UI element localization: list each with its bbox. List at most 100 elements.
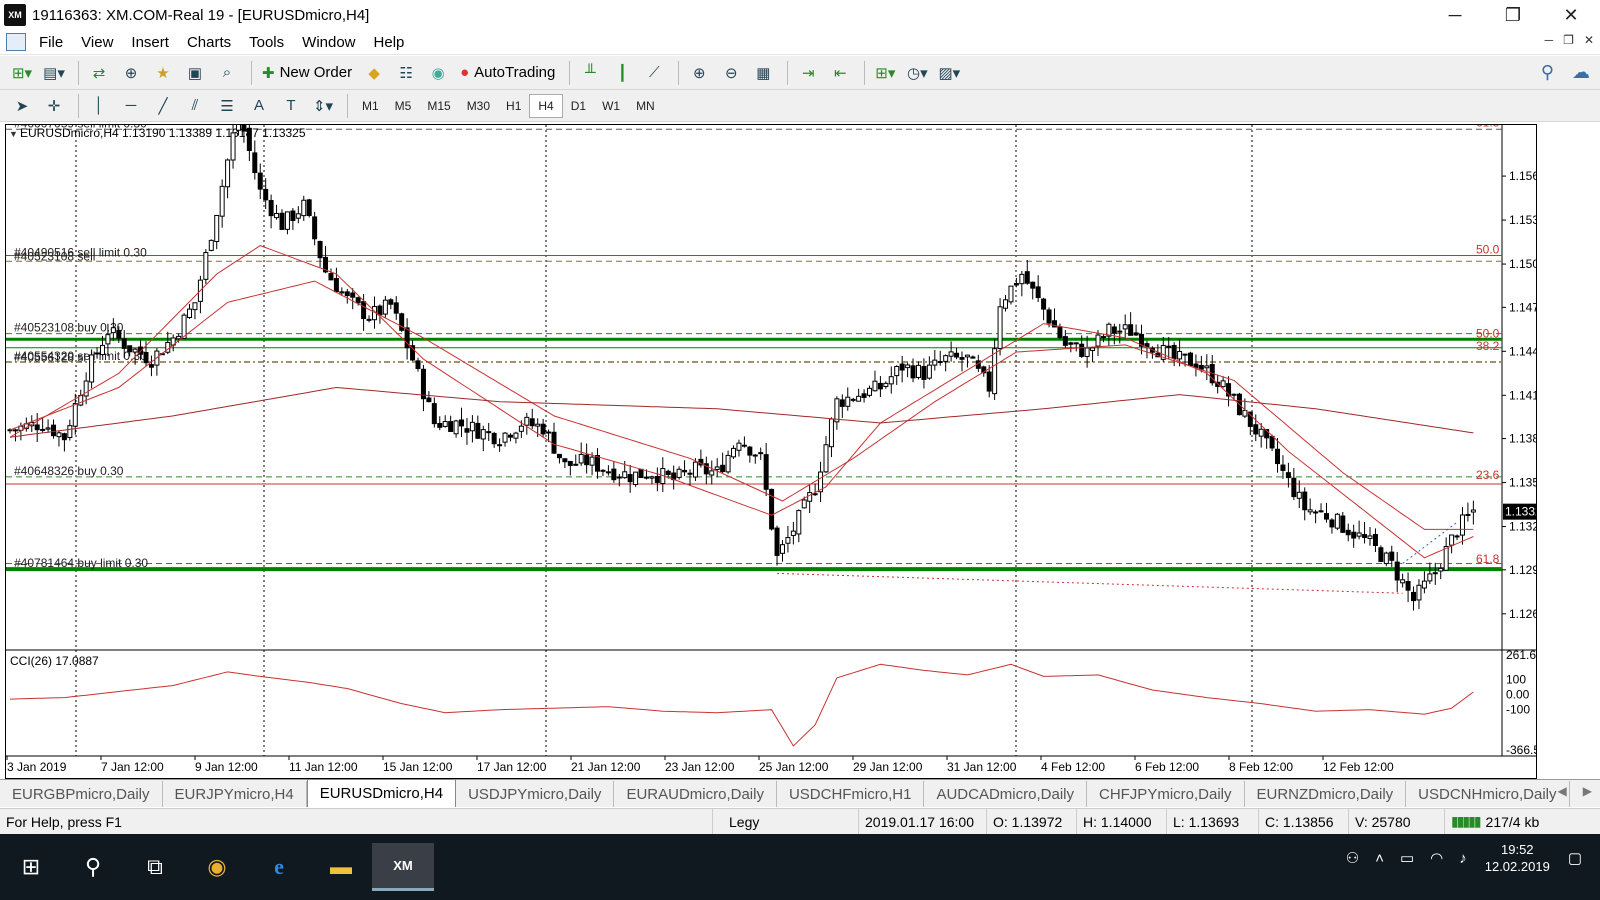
vertical-line-icon[interactable]: │ <box>85 93 113 119</box>
zoom-out-icon[interactable]: ⊖ <box>717 60 745 86</box>
menu-tools[interactable]: Tools <box>240 34 293 51</box>
tab-usdchf-h1[interactable]: USDCHFmicro,H1 <box>777 781 925 807</box>
templates-icon[interactable]: ▨▾ <box>935 60 963 86</box>
traffic-label: 217/4 kb <box>1485 813 1540 830</box>
arrows-icon[interactable]: ⇕▾ <box>309 93 337 119</box>
order-label[interactable]: #40523108 buy 0.30 <box>14 321 124 335</box>
periods-icon[interactable]: ◷▾ <box>903 60 931 86</box>
close-button[interactable]: ✕ <box>1542 0 1600 30</box>
task-view-icon[interactable]: ⧉ <box>124 843 186 891</box>
tab-euraud-daily[interactable]: EURAUDmicro,Daily <box>614 781 777 807</box>
candle-body <box>1008 285 1014 303</box>
search-icon[interactable]: ⚲ <box>1541 62 1554 83</box>
text-label-icon[interactable]: T <box>277 93 305 119</box>
timeframe-mn[interactable]: MN <box>628 94 663 118</box>
wifi-icon[interactable]: ◠ <box>1430 849 1443 867</box>
battery-icon[interactable]: ▭ <box>1400 849 1414 867</box>
text-icon[interactable]: A <box>245 93 273 119</box>
bar-chart-icon[interactable]: ╨ <box>576 60 604 86</box>
chat-icon[interactable]: ☁ <box>1572 62 1590 83</box>
timeframe-h4[interactable]: H4 <box>529 93 563 118</box>
new-chart-icon[interactable]: ⊞▾ <box>8 60 36 86</box>
order-label[interactable]: #40781464 buy limit 0.30 <box>14 556 148 570</box>
tab-eurusd-h4[interactable]: EURUSDmicro,H4 <box>306 779 457 807</box>
cursor-icon[interactable]: ➤ <box>8 93 36 119</box>
new-order-button[interactable]: ✚ New Order <box>258 60 356 86</box>
tab-scroll-right-icon[interactable]: ▶ <box>1583 784 1592 798</box>
edge-icon[interactable]: e <box>248 843 310 891</box>
timeframe-d1[interactable]: D1 <box>563 94 594 118</box>
chart-menu-triangle-icon[interactable]: ▼ <box>9 129 18 139</box>
candle-body <box>1318 510 1324 513</box>
mdi-minimize-icon[interactable]: ─ <box>1545 33 1554 47</box>
candle-body <box>51 424 57 437</box>
chevron-up-icon[interactable]: ˄ <box>1375 850 1384 867</box>
tile-windows-icon[interactable]: ▦ <box>749 60 777 86</box>
candlestick-icon[interactable]: ┃ <box>608 60 636 86</box>
menu-charts[interactable]: Charts <box>178 34 240 51</box>
xm-taskbar-app[interactable]: XM <box>372 843 434 891</box>
candle-body <box>959 357 965 360</box>
tab-scroll-left-icon[interactable]: ◀ <box>1558 784 1567 798</box>
tab-usdcnh-daily[interactable]: USDCNHmicro,Daily <box>1406 781 1570 807</box>
tab-audcad-daily[interactable]: AUDCADmicro,Daily <box>924 781 1087 807</box>
order-label[interactable]: #40523108 sell <box>14 250 95 264</box>
signals-icon[interactable]: ☷ <box>392 60 420 86</box>
candle-body <box>578 453 584 464</box>
order-label[interactable]: #40648326 buy 0.30 <box>14 464 124 478</box>
windows-start-icon[interactable]: ⊞ <box>0 843 62 891</box>
navigator-icon[interactable]: ★ <box>149 60 177 86</box>
crosshair-icon[interactable]: ✛ <box>40 93 68 119</box>
candle-body <box>915 364 921 378</box>
market-watch-icon[interactable]: ⇄ <box>85 60 113 86</box>
menu-view[interactable]: View <box>72 34 122 51</box>
tab-eurnzd-daily[interactable]: EURNZDmicro,Daily <box>1245 781 1407 807</box>
people-icon[interactable]: ⚇ <box>1346 849 1359 867</box>
autotrading-button[interactable]: ● AutoTrading <box>456 60 559 86</box>
menu-insert[interactable]: Insert <box>122 34 178 51</box>
timeframe-w1[interactable]: W1 <box>594 94 628 118</box>
mdi-restore-icon[interactable]: ❐ <box>1563 33 1574 47</box>
tab-chfjpy-daily[interactable]: CHFJPYmicro,Daily <box>1087 781 1245 807</box>
market-icon[interactable]: ◉ <box>424 60 452 86</box>
timeframe-m15[interactable]: M15 <box>419 94 458 118</box>
tab-usdjpy-daily[interactable]: USDJPYmicro,Daily <box>456 781 615 807</box>
timeframe-m1[interactable]: M1 <box>354 94 387 118</box>
clock[interactable]: 19:52 12.02.2019 <box>1485 841 1550 875</box>
timeframe-h1[interactable]: H1 <box>498 94 529 118</box>
strategy-tester-icon[interactable]: ⌕ <box>213 60 241 86</box>
volume-icon[interactable]: ♪ <box>1459 850 1467 867</box>
chart-window-icon[interactable] <box>6 33 26 51</box>
order-label[interactable]: #40556128 sl <box>14 350 86 364</box>
chart-window[interactable]: 1.15690 1.15380 1.15070 1.14765 1.14455 1.141… <box>5 124 1537 779</box>
fibonacci-icon[interactable]: ☰ <box>213 93 241 119</box>
indicators-icon[interactable]: ⊞▾ <box>871 60 899 86</box>
auto-scroll-icon[interactable]: ⇥ <box>794 60 822 86</box>
timeframe-m5[interactable]: M5 <box>387 94 420 118</box>
chart-shift-icon[interactable]: ⇤ <box>826 60 854 86</box>
maximize-button[interactable]: ❐ <box>1484 0 1542 30</box>
mdi-close-icon[interactable]: ✕ <box>1584 33 1594 47</box>
line-chart-icon[interactable]: ⟋ <box>640 60 668 86</box>
menu-help[interactable]: Help <box>365 34 414 51</box>
menu-window[interactable]: Window <box>293 34 364 51</box>
chrome-icon[interactable]: ◉ <box>186 843 248 891</box>
file-explorer-icon[interactable]: ▬ <box>310 843 372 891</box>
search-icon[interactable]: ⚲ <box>62 843 124 891</box>
data-window-icon[interactable]: ⊕ <box>117 60 145 86</box>
metaeditor-icon[interactable]: ◆ <box>360 60 388 86</box>
minimize-button[interactable]: ─ <box>1426 0 1484 30</box>
channel-icon[interactable]: ⫽ <box>181 93 209 119</box>
menu-file[interactable]: File <box>30 34 72 51</box>
terminal-icon[interactable]: ▣ <box>181 60 209 86</box>
zoom-in-icon[interactable]: ⊕ <box>685 60 713 86</box>
trendline-icon[interactable]: ╱ <box>149 93 177 119</box>
timeframe-m30[interactable]: M30 <box>459 94 498 118</box>
horizontal-line-icon[interactable]: ─ <box>117 93 145 119</box>
profiles-icon[interactable]: ▤▾ <box>40 60 68 86</box>
price-chart-svg[interactable]: 1.15690 1.15380 1.15070 1.14765 1.14455 1.141… <box>6 125 1536 778</box>
candle-body <box>948 351 954 357</box>
tab-eurjpy-h4[interactable]: EURJPYmicro,H4 <box>163 781 307 807</box>
tab-eurgbp-daily[interactable]: EURGBPmicro,Daily <box>0 781 163 807</box>
notifications-icon[interactable]: ▢ <box>1568 849 1582 867</box>
